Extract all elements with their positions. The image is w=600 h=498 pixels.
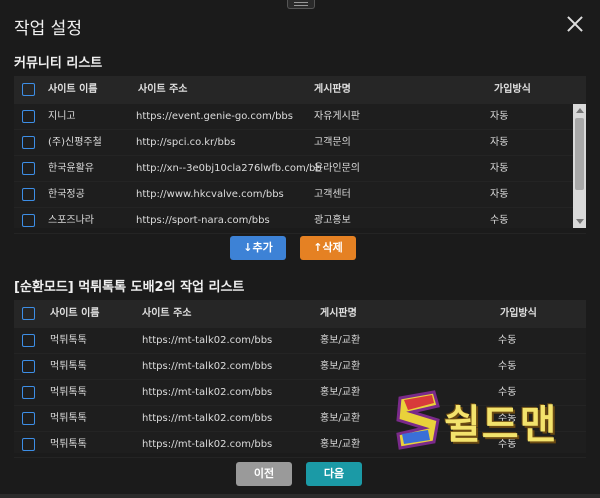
board-name-cell: 홍보/교환 (320, 439, 361, 450)
table-row[interactable]: 스포즈나라 https://sport-nara.com/bbs 광고홍보 수동 (14, 208, 586, 234)
join-method-cell: 수동 (498, 335, 517, 346)
row-checkbox[interactable] (22, 110, 35, 123)
column-header-board-name: 게시판명 (314, 84, 351, 95)
join-method-cell: 자동 (490, 137, 509, 148)
watermark-text: 쉴드맨 (444, 402, 558, 448)
site-url-cell: https://mt-talk02.com/bbs (142, 387, 273, 398)
table-row[interactable]: 한국윤활유 http://xn--3e0bj10cla276lwfb.com/bb… (14, 156, 586, 182)
table-row[interactable]: 한국정공 http://www.hkcvalve.com/bbs 고객센터 자동 (14, 182, 586, 208)
table-row[interactable]: (주)신평주철 http://spci.co.kr/bbs 고객문의 자동 (14, 130, 586, 156)
column-header-site-url: 사이트 주소 (142, 308, 192, 319)
site-url-cell: https://mt-talk02.com/bbs (142, 413, 273, 424)
column-header-site-name: 사이트 이름 (50, 308, 100, 319)
site-name-cell: 먹튀톡톡 (50, 335, 87, 346)
board-name-cell: 홍보/교환 (320, 361, 361, 372)
site-name-cell: 지니고 (48, 111, 76, 122)
scroll-down-icon[interactable] (576, 219, 584, 224)
table-row[interactable]: 먹튀톡톡 https://mt-talk02.com/bbs 홍보/교환 수동 (14, 354, 586, 380)
board-name-cell: 고객센터 (314, 189, 351, 200)
prev-button[interactable]: 이전 (236, 462, 292, 486)
column-header-board-name: 게시판명 (320, 308, 357, 319)
select-all-checkbox[interactable] (22, 307, 35, 320)
row-checkbox[interactable] (22, 214, 35, 227)
site-name-cell: 한국정공 (48, 189, 85, 200)
dialog-title: 작업 설정 (14, 19, 82, 39)
board-name-cell: 고객문의 (314, 137, 351, 148)
scroll-thumb[interactable] (575, 118, 584, 190)
site-url-cell: https://event.genie-go.com/bbs (136, 111, 293, 122)
select-all-checkbox[interactable] (22, 83, 35, 96)
board-name-cell: 자유게시판 (314, 111, 360, 122)
row-checkbox[interactable] (22, 188, 35, 201)
site-url-cell: https://sport-nara.com/bbs (136, 215, 270, 226)
site-url-cell: https://mt-talk02.com/bbs (142, 335, 273, 346)
work-list-title: [순환모드] 먹튀톡톡 도배2의 작업 리스트 (14, 280, 245, 295)
site-url-cell: http://xn--3e0bj10cla276lwfb.com/bb (136, 163, 322, 174)
table-row[interactable]: 먹튀톡톡 https://mt-talk02.com/bbs 홍보/교환 수동 (14, 328, 586, 354)
site-url-cell: https://mt-talk02.com/bbs (142, 361, 273, 372)
community-table: 사이트 이름 사이트 주소 게시판명 가입방식 지니고 https://event… (14, 76, 586, 234)
close-icon[interactable] (566, 15, 584, 33)
board-name-cell: 광고홍보 (314, 215, 351, 226)
join-method-cell: 자동 (490, 111, 509, 122)
work-list-table-header: 사이트 이름 사이트 주소 게시판명 가입방식 (14, 300, 586, 328)
next-button[interactable]: 다음 (306, 462, 362, 486)
site-name-cell: 먹튀톡톡 (50, 361, 87, 372)
site-url-cell: http://spci.co.kr/bbs (136, 137, 236, 148)
community-table-header: 사이트 이름 사이트 주소 게시판명 가입방식 (14, 76, 586, 104)
table-row[interactable]: 지니고 https://event.genie-go.com/bbs 자유게시판 자동 (14, 104, 586, 130)
row-checkbox[interactable] (22, 386, 35, 399)
row-checkbox[interactable] (22, 412, 35, 425)
board-name-cell: 홍보/교환 (320, 387, 361, 398)
row-checkbox[interactable] (22, 162, 35, 175)
shield-logo-icon (396, 390, 440, 450)
community-scrollbar[interactable] (573, 104, 586, 228)
column-header-join-method: 가입방식 (500, 308, 537, 319)
site-name-cell: 먹튀톡톡 (50, 413, 87, 424)
site-name-cell: 한국윤활유 (48, 163, 94, 174)
join-method-cell: 자동 (490, 163, 509, 174)
row-checkbox[interactable] (22, 360, 35, 373)
site-name-cell: 먹튀톡톡 (50, 439, 87, 450)
join-method-cell: 수동 (490, 215, 509, 226)
site-name-cell: 스포즈나라 (48, 215, 94, 226)
community-list-title: 커뮤니티 리스트 (14, 56, 103, 71)
watermark-logo: 쉴드맨 (394, 390, 584, 452)
delete-button[interactable]: ↑삭제 (300, 236, 356, 260)
site-url-cell: https://mt-talk02.com/bbs (142, 439, 273, 450)
join-method-cell: 자동 (490, 189, 509, 200)
board-name-cell: 홍보/교환 (320, 335, 361, 346)
row-checkbox[interactable] (22, 136, 35, 149)
column-header-site-name: 사이트 이름 (48, 84, 98, 95)
column-header-join-method: 가입방식 (494, 84, 531, 95)
scroll-up-icon[interactable] (576, 108, 584, 113)
row-checkbox[interactable] (22, 438, 35, 451)
site-url-cell: http://www.hkcvalve.com/bbs (136, 189, 284, 200)
column-header-site-url: 사이트 주소 (138, 84, 188, 95)
window-drag-handle[interactable] (287, 0, 315, 9)
site-name-cell: 먹튀톡톡 (50, 387, 87, 398)
join-method-cell: 수동 (498, 361, 517, 372)
site-name-cell: (주)신평주철 (48, 137, 102, 148)
board-name-cell: 홍보/교환 (320, 413, 361, 424)
bottom-strip (0, 494, 600, 498)
row-checkbox[interactable] (22, 334, 35, 347)
board-name-cell: 온라인문의 (314, 163, 360, 174)
add-button[interactable]: ↓추가 (230, 236, 286, 260)
